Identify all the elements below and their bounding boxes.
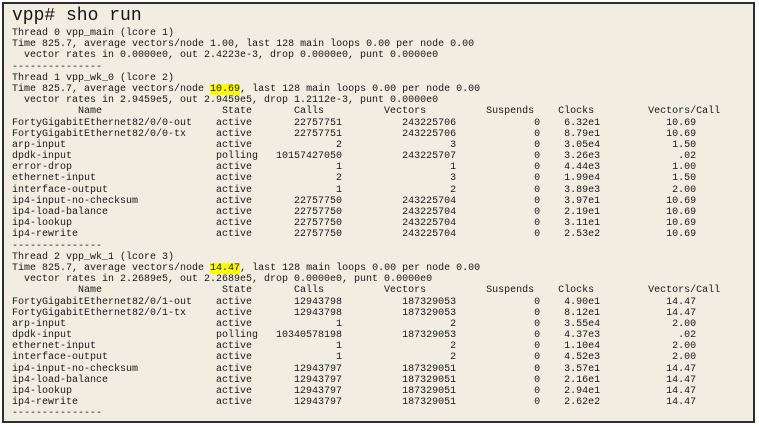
node-row: interface-output active 1 2 0 3.89e3 2.0… [12, 185, 753, 196]
separator-line: --------------- [12, 408, 753, 419]
terminal-window[interactable]: vpp# sho run Thread 0 vpp_main (lcore 1)… [2, 2, 755, 423]
cli-prompt-line[interactable]: vpp# sho run [12, 5, 753, 28]
node-row: interface-output active 1 2 0 4.52e3 2.0… [12, 352, 753, 363]
node-row: ip4-input-no-checksum active 12943797 18… [12, 364, 753, 375]
node-table-header: Name State Calls Vectors Suspends Clocks… [12, 106, 753, 117]
node-row: ip4-lookup active 22757750 243225704 0 3… [12, 218, 753, 229]
node-row: FortyGigabitEthernet82/0/1-out active 12… [12, 297, 753, 308]
time-prefix: Time 825.7, average vectors/node [12, 39, 210, 50]
thread-time-line: Time 825.7, average vectors/node 10.69, … [12, 84, 753, 95]
time-suffix: , last 128 main loops 0.00 per node 0.00 [240, 263, 480, 274]
time-suffix: , last 128 main loops 0.00 per node 0.00 [240, 84, 480, 95]
thread-2-section: Thread 2 vpp_wk_1 (lcore 3) Time 825.7, … [12, 252, 753, 420]
node-row: ip4-load-balance active 22757750 2432257… [12, 207, 753, 218]
thread-title: Thread 1 vpp_wk_0 (lcore 2) [12, 73, 753, 84]
node-row: dpdk-input polling 10340578198 187329053… [12, 330, 753, 341]
node-row: FortyGigabitEthernet82/0/0-out active 22… [12, 118, 753, 129]
thread-time-line: Time 825.7, average vectors/node 14.47, … [12, 263, 753, 274]
node-row: ip4-input-no-checksum active 22757750 24… [12, 196, 753, 207]
avg-vectors-value: 1.00 [210, 39, 234, 50]
node-row: error-drop active 1 1 0 4.44e3 1.00 [12, 162, 753, 173]
separator-line: --------------- [12, 241, 753, 252]
node-row: arp-input active 1 2 0 3.55e4 2.00 [12, 319, 753, 330]
node-row: ip4-rewrite active 12943797 187329051 0 … [12, 397, 753, 408]
node-row: arp-input active 2 3 0 3.05e4 1.50 [12, 140, 753, 151]
separator-line: --------------- [12, 62, 753, 73]
vector-rates-line: vector rates in 2.9459e5, out 2.9459e5, … [12, 95, 753, 106]
node-row: ip4-rewrite active 22757750 243225704 0 … [12, 229, 753, 240]
time-prefix: Time 825.7, average vectors/node [12, 84, 210, 95]
node-row: ethernet-input active 2 3 0 1.99e4 1.50 [12, 173, 753, 184]
time-prefix: Time 825.7, average vectors/node [12, 263, 210, 274]
avg-vectors-highlight: 10.69 [210, 84, 240, 95]
node-row: FortyGigabitEthernet82/0/1-tx active 129… [12, 308, 753, 319]
thread-0-section: Thread 0 vpp_main (lcore 1) Time 825.7, … [12, 28, 753, 73]
node-row: ip4-lookup active 12943797 187329051 0 2… [12, 386, 753, 397]
vector-rates-line: vector rates in 2.2689e5, out 2.2689e5, … [12, 274, 753, 285]
thread-title: Thread 0 vpp_main (lcore 1) [12, 28, 753, 39]
node-row: dpdk-input polling 10157427050 243225707… [12, 151, 753, 162]
avg-vectors-highlight: 14.47 [210, 263, 240, 274]
node-row: ip4-load-balance active 12943797 1873290… [12, 375, 753, 386]
thread-title: Thread 2 vpp_wk_1 (lcore 3) [12, 252, 753, 263]
thread-1-section: Thread 1 vpp_wk_0 (lcore 2) Time 825.7, … [12, 73, 753, 252]
node-table: FortyGigabitEthernet82/0/0-out active 22… [12, 118, 753, 241]
node-row: ethernet-input active 1 2 0 1.10e4 2.00 [12, 341, 753, 352]
vector-rates-line: vector rates in 0.0000e0, out 2.4223e-3,… [12, 50, 753, 61]
node-row: FortyGigabitEthernet82/0/0-tx active 227… [12, 129, 753, 140]
time-suffix: , last 128 main loops 0.00 per node 0.00 [234, 39, 474, 50]
node-table-header: Name State Calls Vectors Suspends Clocks… [12, 285, 753, 296]
thread-time-line: Time 825.7, average vectors/node 1.00, l… [12, 39, 753, 50]
node-table: FortyGigabitEthernet82/0/1-out active 12… [12, 297, 753, 409]
